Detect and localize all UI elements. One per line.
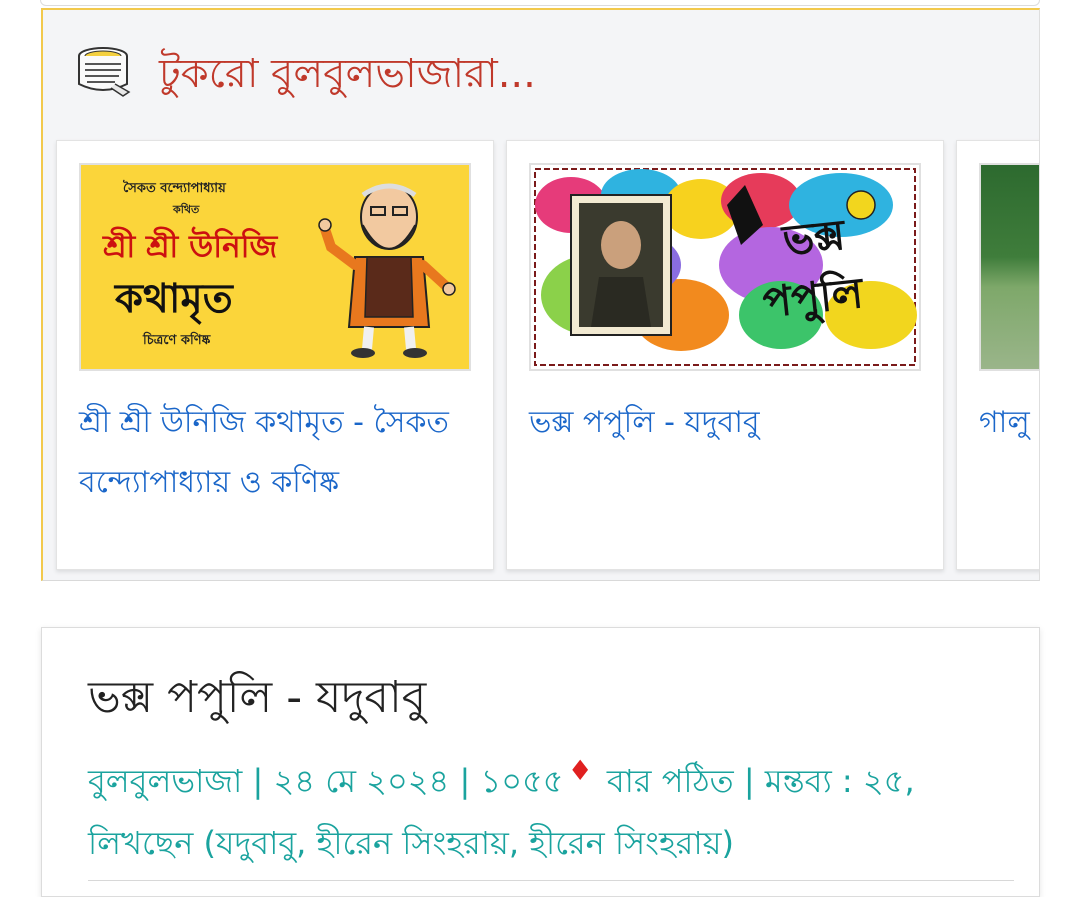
separator: | bbox=[459, 762, 481, 800]
writers-list: (যদুবাবু, হীরেন সিংহরায়, হীরেন সিংহরায়… bbox=[203, 824, 734, 862]
bulbulbhaja-fragments-section: টুকরো বুলবুলভাজারা... সৈকত বন্দ্যোপাধ্যা… bbox=[41, 8, 1040, 581]
section-title: টুকরো বুলবুলভাজারা... bbox=[159, 51, 536, 97]
separator: | bbox=[743, 762, 765, 800]
thumb-said-line: কথিত bbox=[173, 203, 200, 216]
diamond-icon: ♦ bbox=[567, 754, 593, 788]
comma: , bbox=[904, 762, 915, 800]
card-title-link[interactable]: গালু bbox=[979, 393, 1039, 453]
card-carousel[interactable]: সৈকত বন্দ্যোপাধ্যায় কথিত শ্রী শ্রী উনিজ… bbox=[56, 140, 1039, 570]
comments-count[interactable]: ২৫ bbox=[863, 762, 905, 800]
card-title-link[interactable]: শ্রী শ্রী উনিজি কথামৃত - সৈকত বন্দ্যোপাধ… bbox=[79, 393, 474, 513]
separator: | bbox=[252, 762, 274, 800]
article-header-card: ভক্স পপুলি - যদুবাবু বুলবুলভাজা | ২৪ মে … bbox=[41, 627, 1040, 897]
thumb-credit-line: চিত্রণে কণিষ্ক bbox=[143, 333, 211, 348]
thumb-big-title: কথামৃত bbox=[115, 276, 233, 322]
read-count: ১০৫৫ bbox=[480, 762, 564, 800]
caricature-illustration bbox=[318, 183, 456, 358]
card-thumbnail[interactable] bbox=[979, 163, 1039, 371]
article-title: ভক্স পপুলি - যদুবাবু bbox=[88, 672, 427, 723]
article-card[interactable]: ভক্স পপুলি ভক্স পপুলি - যদুবাবু bbox=[506, 140, 944, 570]
publish-date: ২৪ মে ২০২৪ bbox=[273, 762, 450, 800]
collage-illustration bbox=[534, 168, 917, 366]
section-header: টুকরো বুলবুলভাজারা... bbox=[43, 10, 1039, 130]
thumb-word-2: পপুলি bbox=[760, 267, 866, 328]
writing-prefix: লিখছেন bbox=[88, 824, 194, 862]
category-link[interactable]: বুলবুলভাজা bbox=[88, 762, 242, 800]
read-count-suffix: বার পঠিত bbox=[606, 762, 734, 800]
card-thumbnail[interactable]: সৈকত বন্দ্যোপাধ্যায় কথিত শ্রী শ্রী উনিজ… bbox=[79, 163, 471, 371]
article-card[interactable]: গালু bbox=[956, 140, 1039, 570]
article-card[interactable]: সৈকত বন্দ্যোপাধ্যায় কথিত শ্রী শ্রী উনিজ… bbox=[56, 140, 494, 570]
card-title-link[interactable]: ভক্স পপুলি - যদুবাবু bbox=[529, 393, 924, 453]
article-meta: বুলবুলভাজা | ২৪ মে ২০২৪ | ১০৫৫ ♦ বার পঠিত… bbox=[88, 750, 988, 874]
previous-panel-edge bbox=[40, 0, 1040, 6]
card-thumbnail[interactable]: ভক্স পপুলি bbox=[529, 163, 921, 371]
comments-label[interactable]: মন্তব্য : bbox=[765, 762, 853, 800]
newspaper-icon bbox=[75, 44, 131, 98]
divider bbox=[88, 880, 1014, 881]
thumb-author-line: সৈকত বন্দ্যোপাধ্যায় bbox=[123, 181, 226, 196]
